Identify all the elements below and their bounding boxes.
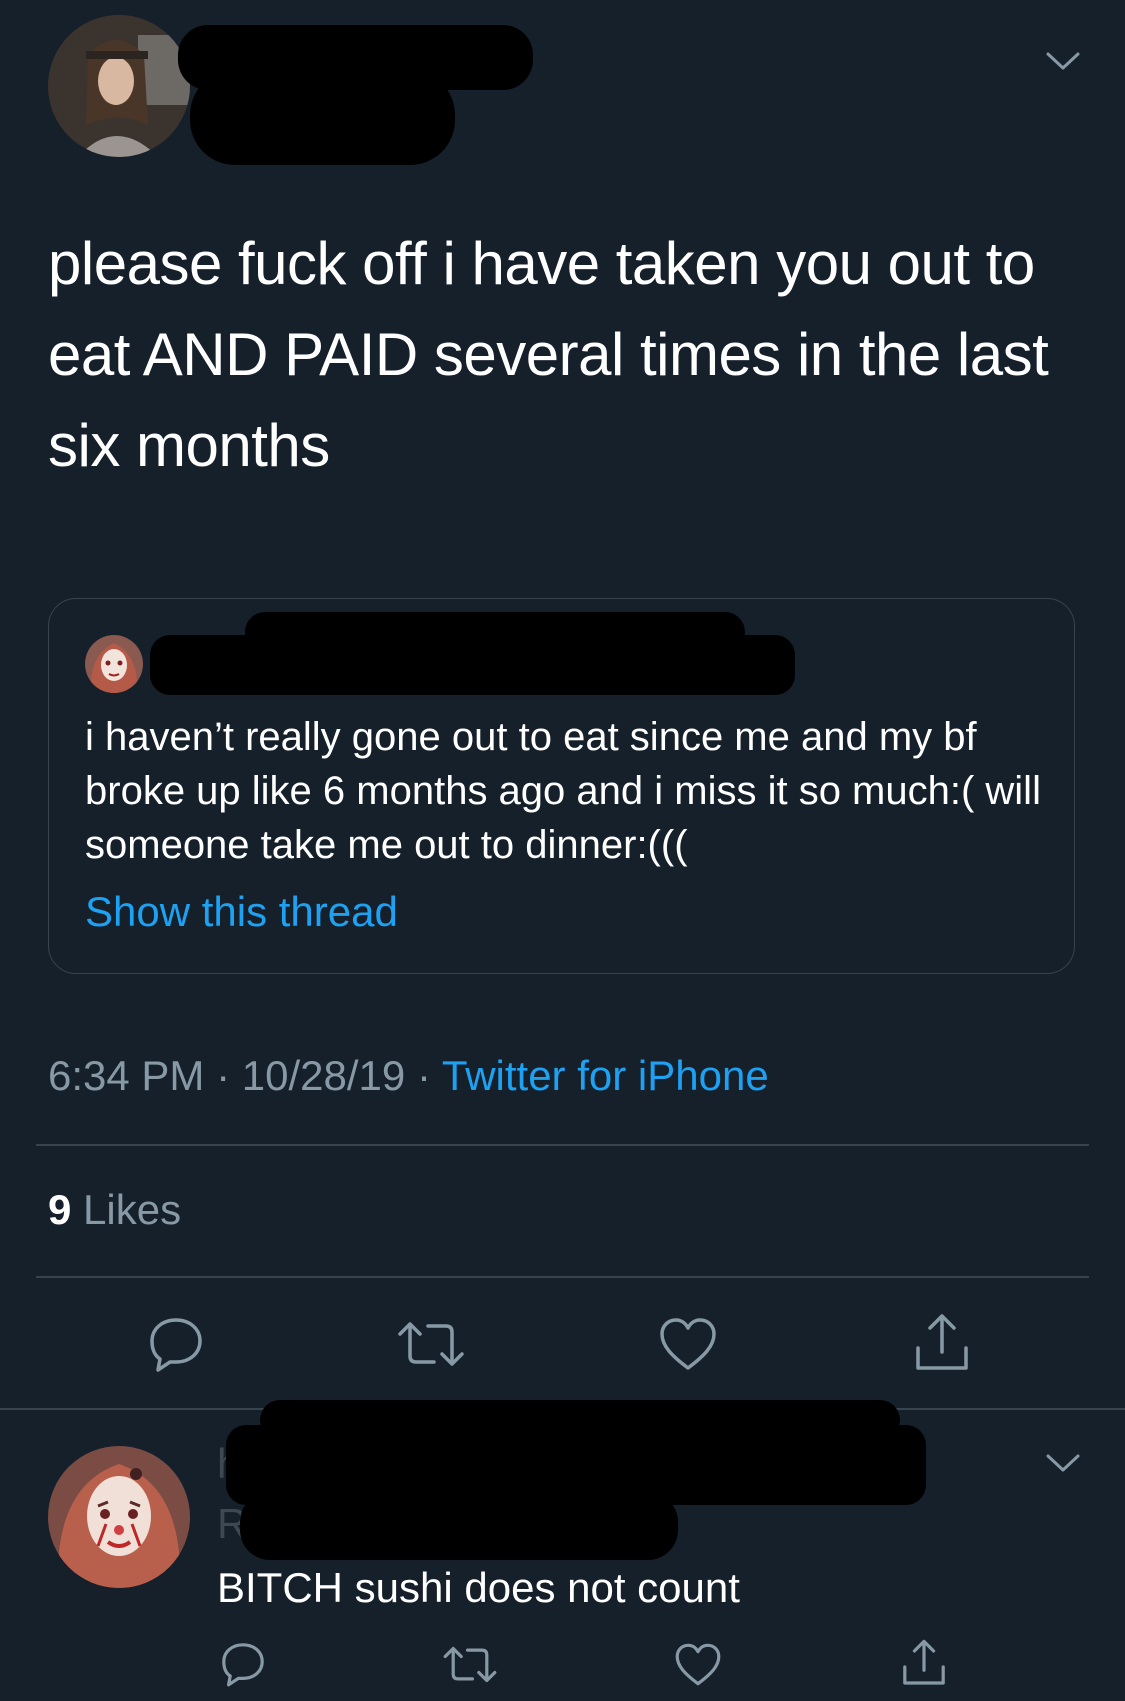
- reply-share-button[interactable]: [900, 1638, 948, 1688]
- meta-separator: ·: [416, 1052, 431, 1099]
- retweet-icon: [398, 1322, 464, 1366]
- reply-reply-button[interactable]: [219, 1640, 267, 1688]
- quoted-author-photo: [85, 635, 143, 693]
- reply-retweet-button[interactable]: [442, 1642, 498, 1687]
- chevron-down-icon: [1046, 1454, 1080, 1472]
- author-photo: [48, 15, 190, 157]
- chevron-down-icon: [1046, 52, 1080, 70]
- retweet-icon: [443, 1646, 497, 1683]
- likes-count[interactable]: 9 Likes: [48, 1186, 181, 1234]
- tweet-menu-button[interactable]: [1044, 48, 1082, 74]
- heart-icon: [660, 1318, 716, 1370]
- quoted-author-avatar: [85, 635, 143, 693]
- tweet-date: 10/28/19: [241, 1052, 406, 1099]
- meta-separator: ·: [216, 1052, 231, 1099]
- likes-number: 9: [48, 1186, 72, 1233]
- share-button[interactable]: [912, 1312, 972, 1374]
- tweet-source-link[interactable]: Twitter for iPhone: [442, 1052, 769, 1099]
- heart-icon: [675, 1643, 721, 1686]
- like-button[interactable]: [658, 1316, 718, 1372]
- divider: [36, 1276, 1089, 1278]
- reply-author-photo: [48, 1446, 190, 1588]
- redacted-author-handle: [190, 70, 455, 165]
- quoted-tweet-text: i haven’t really gone out to eat since m…: [85, 715, 1041, 867]
- show-thread-link[interactable]: Show this thread: [85, 888, 398, 936]
- divider: [36, 1144, 1089, 1146]
- likes-label: Likes: [83, 1186, 182, 1233]
- redacted-quoted-author-top: [245, 612, 745, 652]
- reply-author-avatar[interactable]: [48, 1446, 190, 1588]
- tweet-time: 6:34 PM: [48, 1052, 205, 1099]
- share-icon: [903, 1639, 945, 1685]
- reply-icon: [222, 1643, 264, 1687]
- reply-text: BITCH sushi does not count: [217, 1564, 740, 1611]
- share-icon: [916, 1314, 968, 1370]
- reply-button[interactable]: [146, 1314, 206, 1374]
- reply-icon: [150, 1318, 202, 1372]
- redacted-reply-author-mid: [260, 1400, 900, 1440]
- retweet-button[interactable]: [396, 1316, 466, 1372]
- redacted-reply-context: [240, 1492, 678, 1560]
- author-avatar[interactable]: [48, 15, 190, 157]
- reply-menu-button[interactable]: [1044, 1450, 1082, 1476]
- tweet-text: please fuck off i have taken you out to …: [48, 230, 1049, 479]
- reply-like-button[interactable]: [674, 1642, 722, 1687]
- tweet-meta: 6:34 PM · 10/28/19 · Twitter for iPhone: [48, 1052, 769, 1100]
